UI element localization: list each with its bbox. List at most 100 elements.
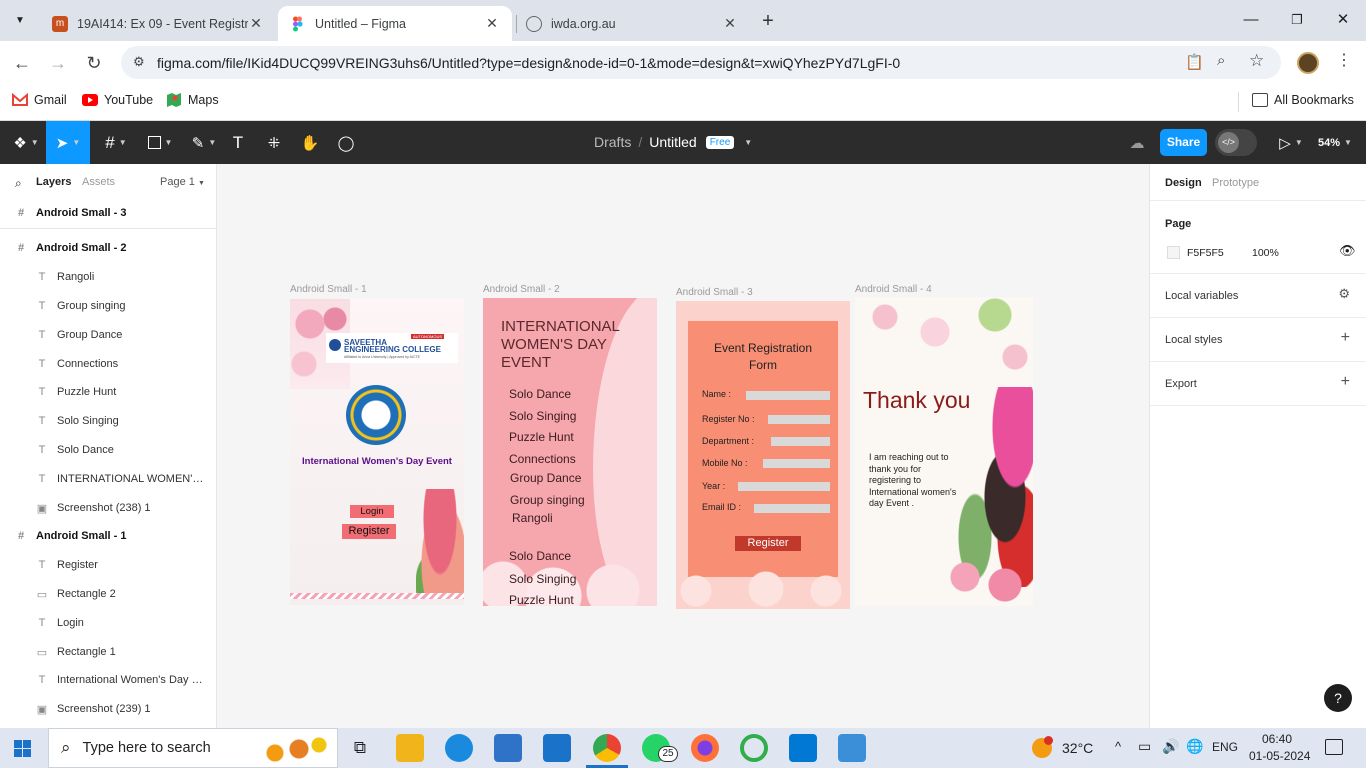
tab-design[interactable]: Design: [1165, 177, 1202, 189]
layer-row[interactable]: ▣ Screenshot (238) 1: [0, 494, 216, 522]
design-canvas[interactable]: Android Small - 1 SAVEETHA ENGINEERING C…: [217, 164, 1149, 728]
layer-row[interactable]: T Puzzle Hunt: [0, 378, 216, 406]
help-question-icon[interactable]: ?: [1324, 684, 1352, 712]
clock-time[interactable]: 06:40: [1262, 732, 1292, 746]
frame-label-1[interactable]: Android Small - 1: [290, 284, 367, 295]
network-icon[interactable]: ▭: [1138, 738, 1151, 755]
clipboard-icon[interactable]: 📋: [1185, 53, 1204, 71]
crumb-drafts[interactable]: Drafts: [594, 134, 631, 150]
frame-label-3[interactable]: Android Small - 3: [676, 287, 753, 298]
volume-icon[interactable]: 🔊: [1162, 738, 1179, 755]
local-styles-section[interactable]: Local styles +: [1150, 318, 1366, 362]
mail-icon[interactable]: [543, 734, 571, 762]
page-selector[interactable]: Page 1 ▼: [160, 176, 205, 188]
figma-main-menu[interactable]: ❖ ▼: [6, 121, 46, 164]
menu-kebab-icon[interactable]: ⋮: [1336, 50, 1352, 70]
weather-temperature[interactable]: 32°C: [1062, 740, 1093, 756]
firefox-icon[interactable]: [691, 734, 719, 762]
layer-row[interactable]: ▣ Screenshot (239) 1: [0, 695, 216, 723]
pen-tool[interactable]: ✎ ▼: [184, 121, 224, 164]
file-name[interactable]: Untitled: [649, 134, 696, 150]
back-arrow-icon[interactable]: ←: [8, 49, 36, 77]
page-opacity[interactable]: 100%: [1252, 247, 1279, 259]
file-menu-chevron-icon[interactable]: ▼: [744, 138, 752, 147]
zoom-menu[interactable]: 54% ▼: [1314, 121, 1356, 164]
notifications-icon[interactable]: [1325, 739, 1343, 755]
restore-icon[interactable]: ❐: [1274, 6, 1320, 34]
bookmark-gmail[interactable]: Gmail: [12, 93, 67, 107]
minimize-icon[interactable]: —: [1228, 6, 1274, 34]
site-settings-icon[interactable]: ⚙: [133, 54, 145, 70]
refresh-app-icon[interactable]: [740, 734, 768, 762]
bookmark-youtube[interactable]: YouTube: [82, 93, 153, 107]
tab-layers[interactable]: Layers: [36, 176, 71, 188]
store-icon[interactable]: [494, 734, 522, 762]
frame-android-small-1[interactable]: SAVEETHA ENGINEERING COLLEGE AUTONOMOUS …: [290, 299, 464, 605]
reload-icon[interactable]: ↻: [80, 49, 108, 77]
close-window-icon[interactable]: ✕: [1320, 6, 1366, 34]
local-variables-section[interactable]: Local variables ⚙: [1150, 274, 1366, 318]
search-icon[interactable]: ⌕: [15, 176, 22, 191]
layer-row[interactable]: # Android Small - 2: [0, 234, 216, 262]
layer-row[interactable]: T Connections: [0, 350, 216, 378]
input-language[interactable]: ENG: [1212, 740, 1238, 754]
layer-row[interactable]: ▭ Rectangle 1: [0, 638, 216, 666]
tab-iwda[interactable]: iwda.org.au ✕: [514, 6, 750, 41]
shape-tool[interactable]: ▼: [140, 121, 180, 164]
layer-row[interactable]: T Group singing: [0, 292, 216, 320]
profile-avatar[interactable]: [1297, 52, 1319, 74]
dev-mode-toggle[interactable]: </>: [1215, 129, 1257, 156]
file-explorer-icon[interactable]: [396, 734, 424, 762]
layer-row[interactable]: T Register: [0, 551, 216, 579]
present-button[interactable]: ▷ ▼: [1274, 121, 1308, 164]
taskbar-search-box[interactable]: ⌕ Type here to search: [48, 728, 338, 768]
add-style-plus-icon[interactable]: +: [1341, 329, 1350, 347]
layer-row[interactable]: T International Women's Day Ev...: [0, 666, 216, 694]
all-bookmarks[interactable]: All Bookmarks: [1252, 93, 1354, 107]
vscode-icon[interactable]: [789, 734, 817, 762]
new-tab-plus-icon[interactable]: +: [756, 9, 780, 33]
resources-tool[interactable]: ⁜: [262, 121, 286, 164]
tab-assets[interactable]: Assets: [82, 176, 115, 188]
layer-row[interactable]: T Rangoli: [0, 263, 216, 291]
tray-chevron-up-icon[interactable]: ^: [1115, 739, 1121, 754]
tab-close-icon[interactable]: ✕: [248, 15, 264, 32]
variables-settings-icon[interactable]: ⚙: [1338, 286, 1350, 302]
address-bar[interactable]: ⚙ figma.com/file/IKid4DUCQ99VREING3uhs6/…: [121, 46, 1281, 79]
globe-language-icon[interactable]: 🌐: [1186, 738, 1203, 755]
comment-tool[interactable]: ◯: [334, 121, 358, 164]
offline-cloud-icon[interactable]: ☁: [1124, 121, 1150, 164]
photos-icon[interactable]: [838, 734, 866, 762]
move-tool[interactable]: ➤ ▼: [46, 121, 90, 164]
text-tool[interactable]: T: [226, 121, 250, 164]
bookmark-maps[interactable]: Maps: [166, 93, 219, 107]
layer-row[interactable]: # Android Small - 3: [0, 199, 216, 227]
layer-row[interactable]: T INTERNATIONAL WOMEN'S D...: [0, 465, 216, 493]
windows-start-icon[interactable]: [14, 740, 31, 757]
eye-visibility-icon[interactable]: 👁: [1339, 243, 1356, 259]
tab-search-chevron-icon[interactable]: ▼: [8, 10, 32, 32]
frame-label-4[interactable]: Android Small - 4: [855, 284, 932, 295]
forward-arrow-icon[interactable]: →: [44, 49, 72, 77]
clock-date[interactable]: 01-05-2024: [1249, 749, 1310, 763]
layer-row[interactable]: # Android Small - 1: [0, 522, 216, 550]
layer-row[interactable]: T Solo Singing: [0, 407, 216, 435]
export-section[interactable]: Export +: [1150, 362, 1366, 406]
tab-close-icon[interactable]: ✕: [722, 15, 738, 32]
zoom-magnifier-icon[interactable]: ⌕: [1217, 52, 1225, 69]
layer-row[interactable]: T Login: [0, 609, 216, 637]
frame-android-small-3[interactable]: Event Registration Form Name : Register …: [676, 301, 850, 609]
share-button[interactable]: Share: [1160, 129, 1207, 156]
layer-row[interactable]: T Solo Dance: [0, 436, 216, 464]
task-view-icon[interactable]: ⧉: [346, 734, 374, 762]
bookmark-star-icon[interactable]: ☆: [1249, 51, 1264, 71]
frame-tool[interactable]: # ▼: [96, 121, 136, 164]
layer-row[interactable]: ▭ Rectangle 2: [0, 580, 216, 608]
edge-icon[interactable]: [445, 734, 473, 762]
tab-prototype[interactable]: Prototype: [1212, 177, 1259, 189]
page-color-hex[interactable]: F5F5F5: [1187, 247, 1224, 259]
hand-tool[interactable]: ✋: [298, 121, 322, 164]
tab-ex09-event-registration[interactable]: m 19AI414: Ex 09 - Event Registrati ✕: [40, 6, 276, 41]
tab-close-icon[interactable]: ✕: [484, 15, 500, 32]
frame-label-2[interactable]: Android Small - 2: [483, 284, 560, 295]
